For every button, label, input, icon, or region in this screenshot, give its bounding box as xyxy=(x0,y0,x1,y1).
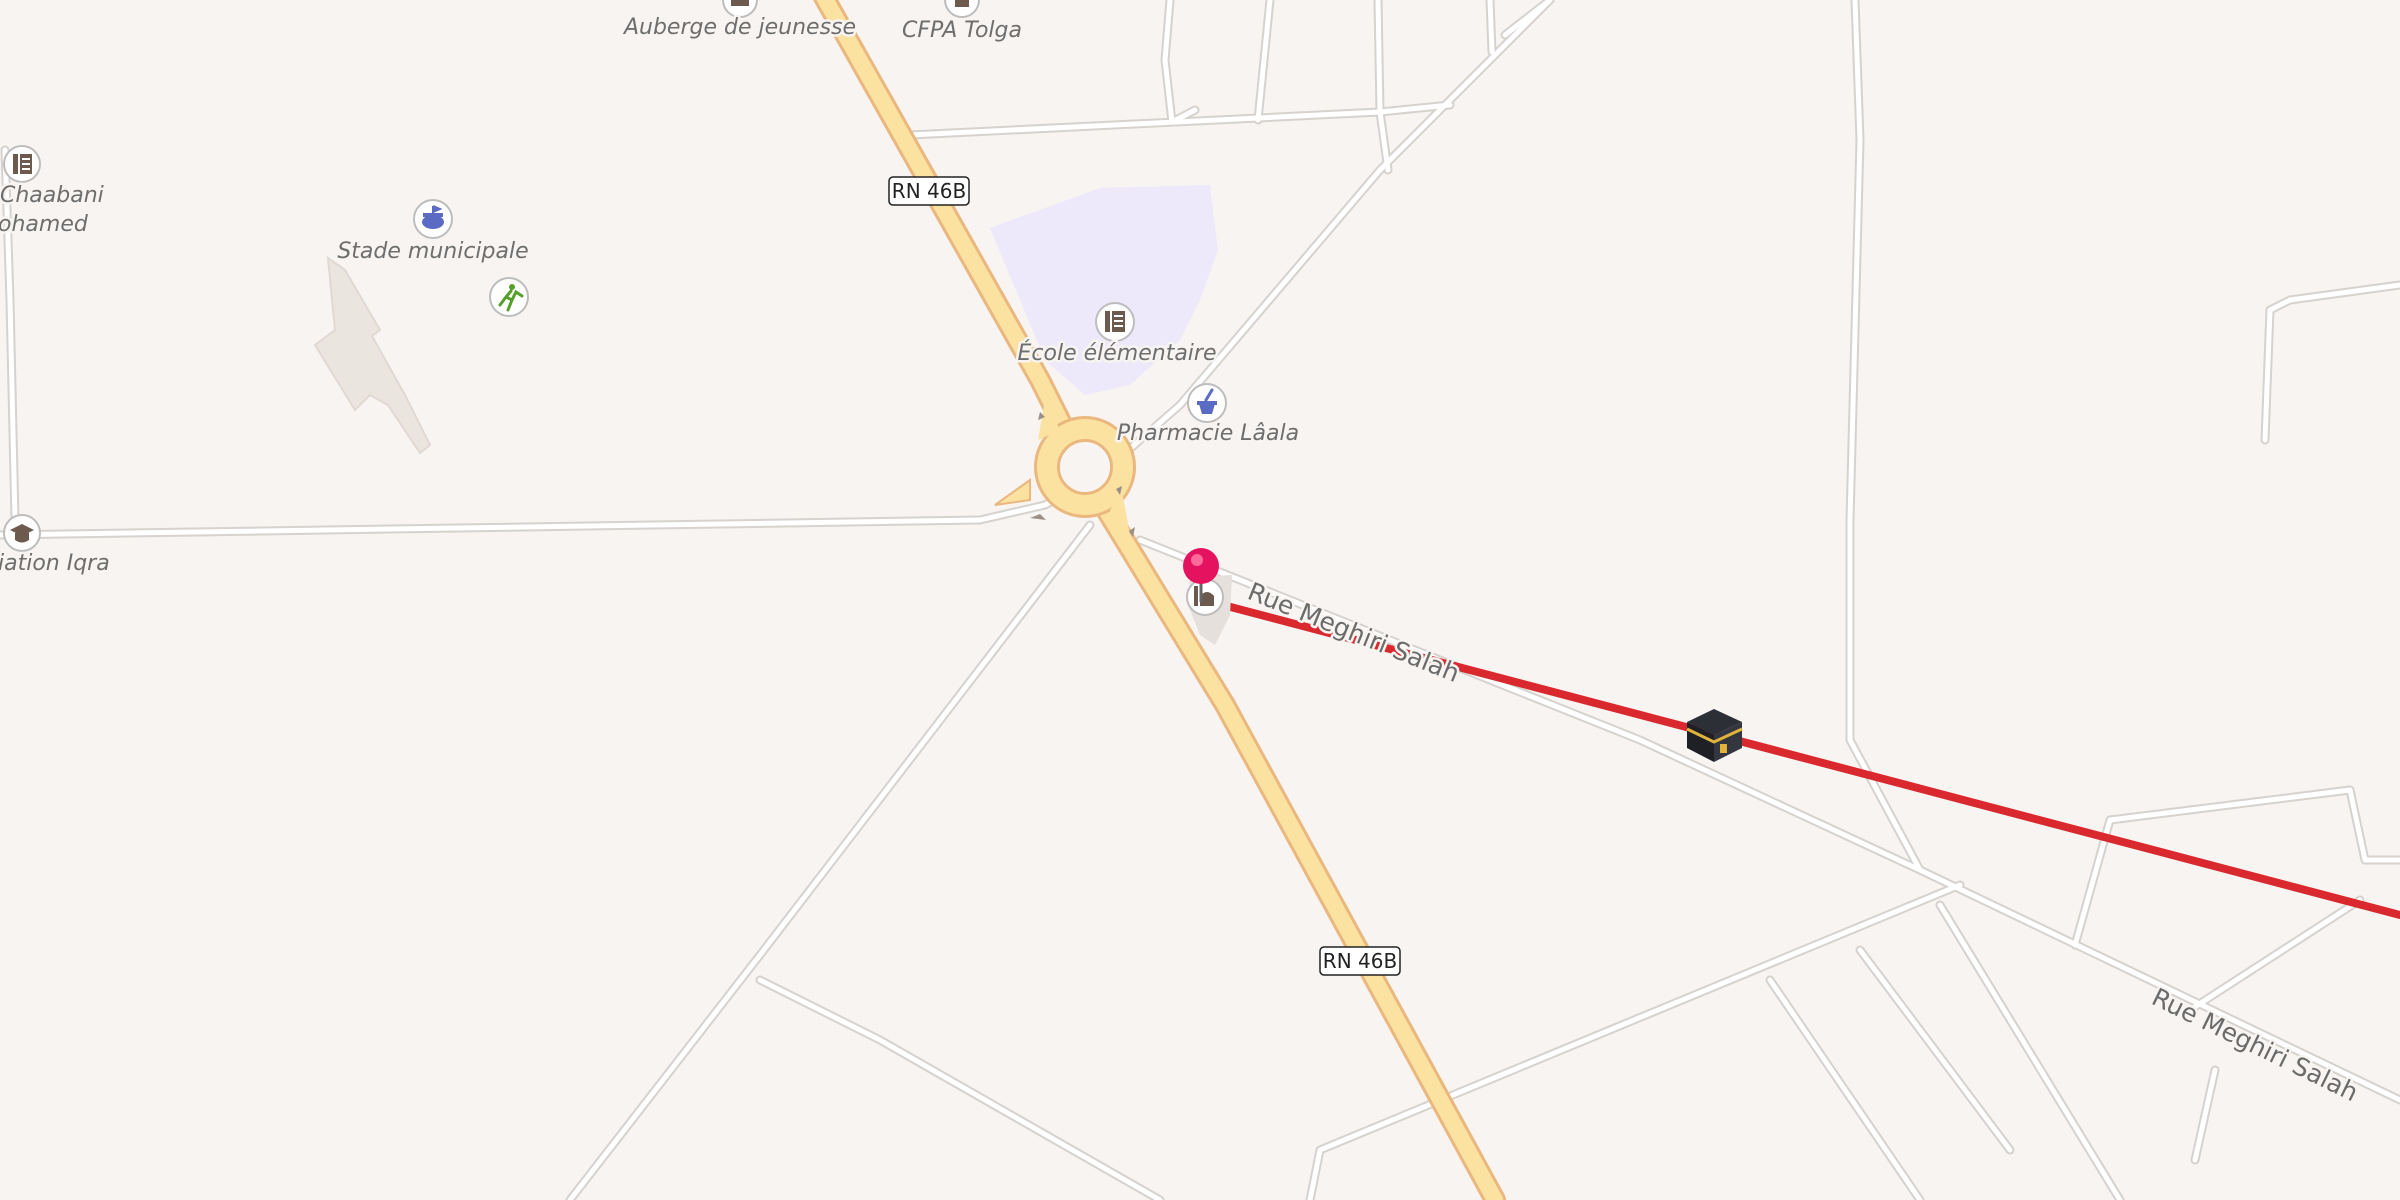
poi-sports[interactable] xyxy=(489,277,529,317)
svg-text:RN 46B: RN 46B xyxy=(892,179,966,203)
svg-text:Pharmacie Lâala: Pharmacie Lâala xyxy=(1117,421,1299,446)
svg-text:ohamed: ohamed xyxy=(0,212,89,237)
svg-text:iation Iqra: iation Iqra xyxy=(0,551,110,576)
svg-text:Chaabani: Chaabani xyxy=(0,183,104,208)
pharmacy-icon xyxy=(1187,383,1227,423)
road-shield-rn46b-south: RN 46B xyxy=(1319,946,1401,976)
road-shield-rn46b-north: RN 46B xyxy=(888,176,970,206)
svg-text:RN 46B: RN 46B xyxy=(1323,949,1397,973)
running-icon xyxy=(489,277,529,317)
svg-text:Stade municipale: Stade municipale xyxy=(337,239,528,264)
stadium-icon xyxy=(413,199,453,239)
school-icon xyxy=(3,145,41,183)
poi-mosque[interactable] xyxy=(1186,578,1224,616)
school-icon xyxy=(1095,302,1135,342)
svg-text:École élémentaire: École élémentaire xyxy=(1018,340,1217,366)
mosque-icon xyxy=(1186,578,1224,616)
svg-text:CFPA Tolga: CFPA Tolga xyxy=(902,18,1022,43)
graduation-cap-icon xyxy=(3,514,41,552)
map-canvas[interactable]: Rue Meghiri Salah Rue Meghiri Salah RN 4… xyxy=(0,0,2400,1200)
svg-text:Auberge de jeunesse: Auberge de jeunesse xyxy=(622,15,856,40)
